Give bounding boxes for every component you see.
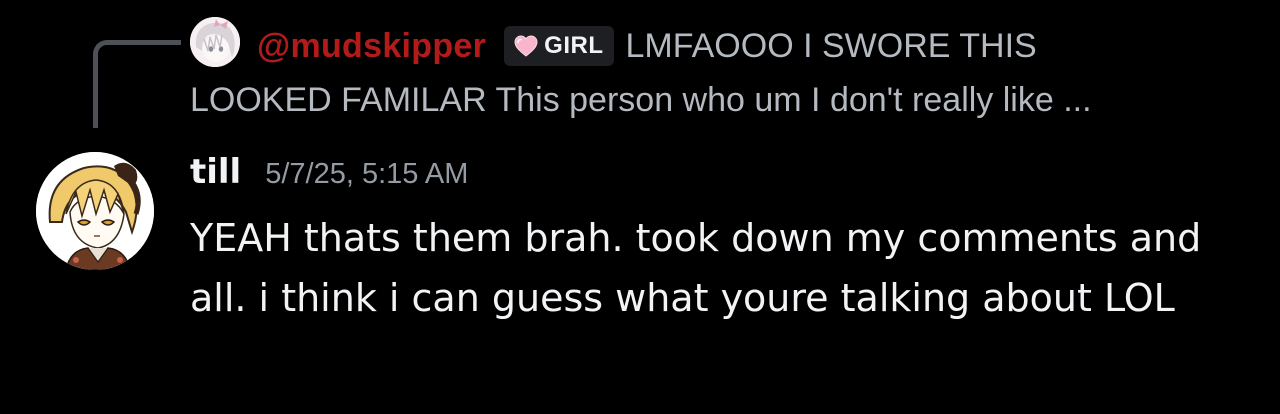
- anime-avatar-icon: [36, 152, 154, 270]
- anime-avatar-icon: [190, 17, 240, 67]
- author-username[interactable]: till: [190, 152, 241, 192]
- reply-preview-text-line2[interactable]: LOOKED FAMILAR This person who um I don'…: [190, 78, 1230, 122]
- author-avatar[interactable]: [36, 152, 154, 270]
- message-timestamp[interactable]: 5/7/25, 5:15 AM: [265, 158, 468, 191]
- reply-username[interactable]: @mudskipper: [257, 27, 486, 66]
- reply-header: @mudskipper GIRL LMFAOOO I SWORE THIS: [257, 22, 1037, 70]
- message-header: till 5/7/25, 5:15 AM: [190, 152, 468, 200]
- message-content: YEAH thats them brah. took down my comme…: [190, 216, 1202, 320]
- heart-icon: [514, 35, 538, 57]
- reply-preview-text-line1[interactable]: LMFAOOO I SWORE THIS: [626, 27, 1037, 66]
- server-tag-badge[interactable]: GIRL: [504, 26, 614, 66]
- chat-message: @mudskipper GIRL LMFAOOO I SWORE THIS LO…: [0, 0, 1280, 414]
- reply-connector-line: [93, 40, 181, 128]
- server-tag-label: GIRL: [544, 32, 604, 59]
- reply-author-avatar[interactable]: [190, 17, 240, 67]
